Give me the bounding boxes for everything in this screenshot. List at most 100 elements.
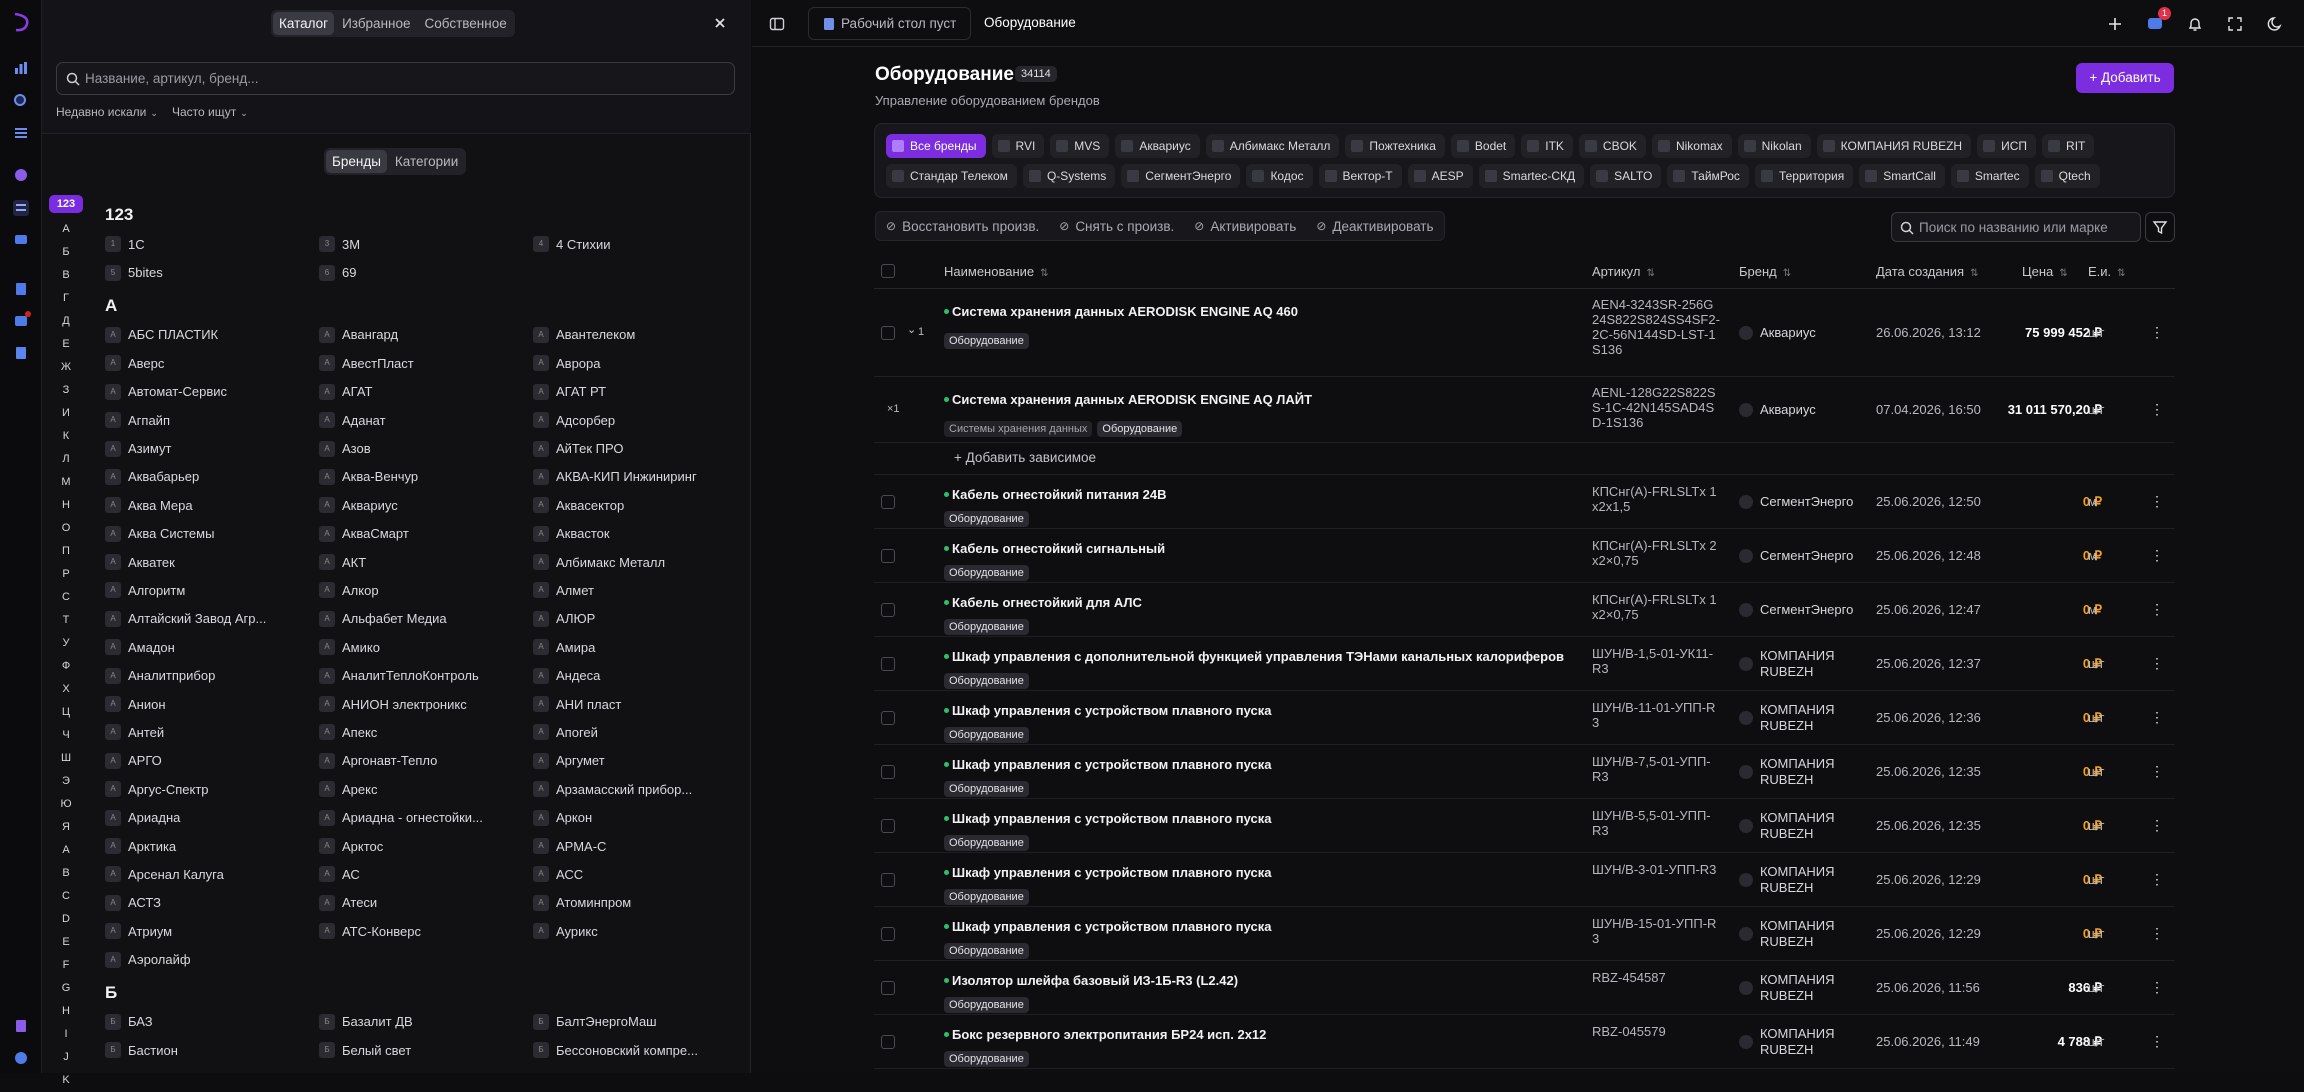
brand-chip[interactable]: Bodet <box>1450 134 1516 158</box>
row-checkbox[interactable] <box>881 549 895 563</box>
brand-item[interactable]: А АкваСмарт <box>319 520 533 548</box>
workspace-tab[interactable]: Рабочий стол пуст <box>808 7 972 40</box>
row-checkbox[interactable] <box>881 711 895 725</box>
alphabet-letter[interactable]: З <box>49 379 83 402</box>
brand-chip[interactable]: СегментЭнерго <box>1121 164 1241 188</box>
more-icon[interactable]: ⋮ <box>2150 817 2164 834</box>
brand-chip[interactable]: AESP <box>1407 164 1473 188</box>
alphabet-letter[interactable]: Г <box>49 287 83 310</box>
more-icon[interactable]: ⋮ <box>2150 763 2164 780</box>
brand-chip[interactable]: Smartec-СКД <box>1478 164 1585 188</box>
brand-item[interactable]: А Азимут <box>105 434 319 462</box>
alphabet-letter[interactable]: B <box>49 862 83 885</box>
brand-item[interactable]: А Албимакс Металл <box>533 548 745 576</box>
brand-item[interactable]: 5 5bites <box>105 258 319 286</box>
mode-tab[interactable]: Категории <box>389 150 464 173</box>
brand-item[interactable]: А Амадон <box>105 633 319 661</box>
brand-chip[interactable]: ТаймРос <box>1667 164 1749 188</box>
brand-item[interactable]: А Аква Системы <box>105 520 319 548</box>
brand-item[interactable]: А Атеси <box>319 889 533 917</box>
brand-item[interactable]: 3 3M <box>319 230 533 258</box>
brand-chip[interactable]: MVS <box>1050 134 1110 158</box>
brand-item[interactable]: А Аквасток <box>533 520 745 548</box>
brand-item[interactable]: А АКВА-КИП Инжиниринг <box>533 463 745 491</box>
alphabet-letter[interactable]: K <box>49 1069 83 1092</box>
alphabet-letter[interactable]: Х <box>49 678 83 701</box>
brand-item[interactable]: А Аквасектор <box>533 491 745 519</box>
row-checkbox[interactable] <box>881 1035 895 1049</box>
panel-tab[interactable]: Собственное <box>419 12 513 35</box>
alphabet-letter[interactable]: К <box>49 425 83 448</box>
alphabet-letter[interactable]: О <box>49 517 83 540</box>
sidebar-toggle-icon[interactable] <box>769 16 785 32</box>
brand-chip[interactable]: SmartCall <box>1859 164 1945 188</box>
moon-icon[interactable] <box>2266 15 2284 33</box>
brand-item[interactable]: А Адсорбер <box>533 406 745 434</box>
alphabet-letter[interactable]: Ц <box>49 701 83 724</box>
row-checkbox[interactable] <box>881 819 895 833</box>
table-row[interactable]: Шкаф управления с устройством плавного п… <box>874 745 2175 799</box>
brand-item[interactable]: А Аква Мера <box>105 491 319 519</box>
table-row[interactable]: Кабель огнестойкий сигнальный Оборудовани… <box>874 529 2175 583</box>
close-icon[interactable] <box>713 16 727 30</box>
plus-icon[interactable] <box>2106 15 2124 33</box>
brand-item[interactable]: А АйТек ПРО <box>533 434 745 462</box>
select-all-checkbox[interactable] <box>881 264 895 278</box>
add-dependent-button[interactable]: + Добавить зависимое <box>954 450 1096 465</box>
brand-chip[interactable]: ITK <box>1521 134 1573 158</box>
row-checkbox[interactable] <box>881 495 895 509</box>
recent-dropdown[interactable]: Недавно искали ⌄ <box>56 105 158 119</box>
row-name[interactable]: Система хранения данных AERODISK ENGINE … <box>944 304 1298 319</box>
brand-chip[interactable]: Кодос <box>1246 164 1313 188</box>
panel-tab[interactable]: Каталог <box>273 12 335 35</box>
brand-item[interactable]: А Анион <box>105 690 319 718</box>
brand-item[interactable]: А АКТ <box>319 548 533 576</box>
more-icon[interactable]: ⋮ <box>2150 324 2164 341</box>
alphabet-letter[interactable]: И <box>49 402 83 425</box>
brand-chip[interactable]: Вектор-Т <box>1318 164 1402 188</box>
brand-item[interactable]: 1 1C <box>105 230 319 258</box>
document-icon[interactable] <box>13 345 29 361</box>
brand-item[interactable]: А АРМА-С <box>533 832 745 860</box>
brand-chip[interactable]: Пожтехника <box>1345 134 1445 158</box>
brand-chip[interactable]: Nikolan <box>1737 134 1811 158</box>
brand-item[interactable]: А Аданат <box>319 406 533 434</box>
brand-item[interactable]: Б Бастион <box>105 1036 319 1064</box>
brand-item[interactable]: А Апогей <box>533 718 745 746</box>
brand-chip[interactable]: Стандар Телеком <box>886 164 1017 188</box>
action-button[interactable]: ⊘ Активировать <box>1184 212 1306 240</box>
brand-item[interactable]: Б Белый свет <box>319 1036 533 1064</box>
brand-item[interactable]: А Амико <box>319 633 533 661</box>
alphabet-letter[interactable]: H <box>49 1000 83 1023</box>
table-row[interactable]: ⌄ 1 Система хранения данных AERODISK ENGIN… <box>874 289 2175 377</box>
brand-chip[interactable]: CBOK <box>1578 134 1646 158</box>
alphabet-letter[interactable]: Н <box>49 494 83 517</box>
table-row[interactable]: Шкаф управления с устройством плавного п… <box>874 907 2175 961</box>
alphabet-letter[interactable]: У <box>49 632 83 655</box>
alphabet-letter[interactable]: Ш <box>49 747 83 770</box>
brand-item[interactable]: А АРГО <box>105 747 319 775</box>
table-row[interactable]: Шкаф управления с устройством плавного п… <box>874 691 2175 745</box>
action-button[interactable]: ⊘ Снять с произв. <box>1049 212 1184 240</box>
brand-item[interactable]: А Аквабарьер <box>105 463 319 491</box>
row-name[interactable]: Кабель огнестойкий питания 24В <box>944 487 1167 502</box>
column-header[interactable]: Цена ⇅ <box>2022 264 2068 279</box>
brand-chip[interactable]: Все бренды <box>886 134 986 158</box>
brand-item[interactable]: А АСТЗ <box>105 889 319 917</box>
row-name[interactable]: Система хранения данных AERODISK ENGINE … <box>944 392 1312 407</box>
table-row[interactable]: Шкаф управления с дополнительной функцие… <box>874 637 2175 691</box>
row-checkbox[interactable] <box>881 603 895 617</box>
brand-item[interactable]: А Аэролайф <box>105 945 319 973</box>
brand-item[interactable]: А Амира <box>533 633 745 661</box>
brand-item[interactable]: А АГАТ РТ <box>533 378 745 406</box>
brand-item[interactable]: А Арктос <box>319 832 533 860</box>
brand-chip[interactable]: ИСП <box>1977 134 2037 158</box>
book-icon[interactable] <box>13 281 29 297</box>
row-name[interactable]: Шкаф управления с устройством плавного п… <box>944 703 1272 718</box>
brand-item[interactable]: Б БАЗ <box>105 1008 319 1036</box>
brand-item[interactable]: А АналитТеплоКонтроль <box>319 661 533 689</box>
brand-item[interactable]: А АвестПласт <box>319 349 533 377</box>
brand-item[interactable]: А Атриум <box>105 917 319 945</box>
bell-icon[interactable] <box>2186 15 2204 33</box>
row-name[interactable]: Изолятор шлейфа базовый ИЗ-1Б-R3 (L2.42) <box>944 973 1238 988</box>
